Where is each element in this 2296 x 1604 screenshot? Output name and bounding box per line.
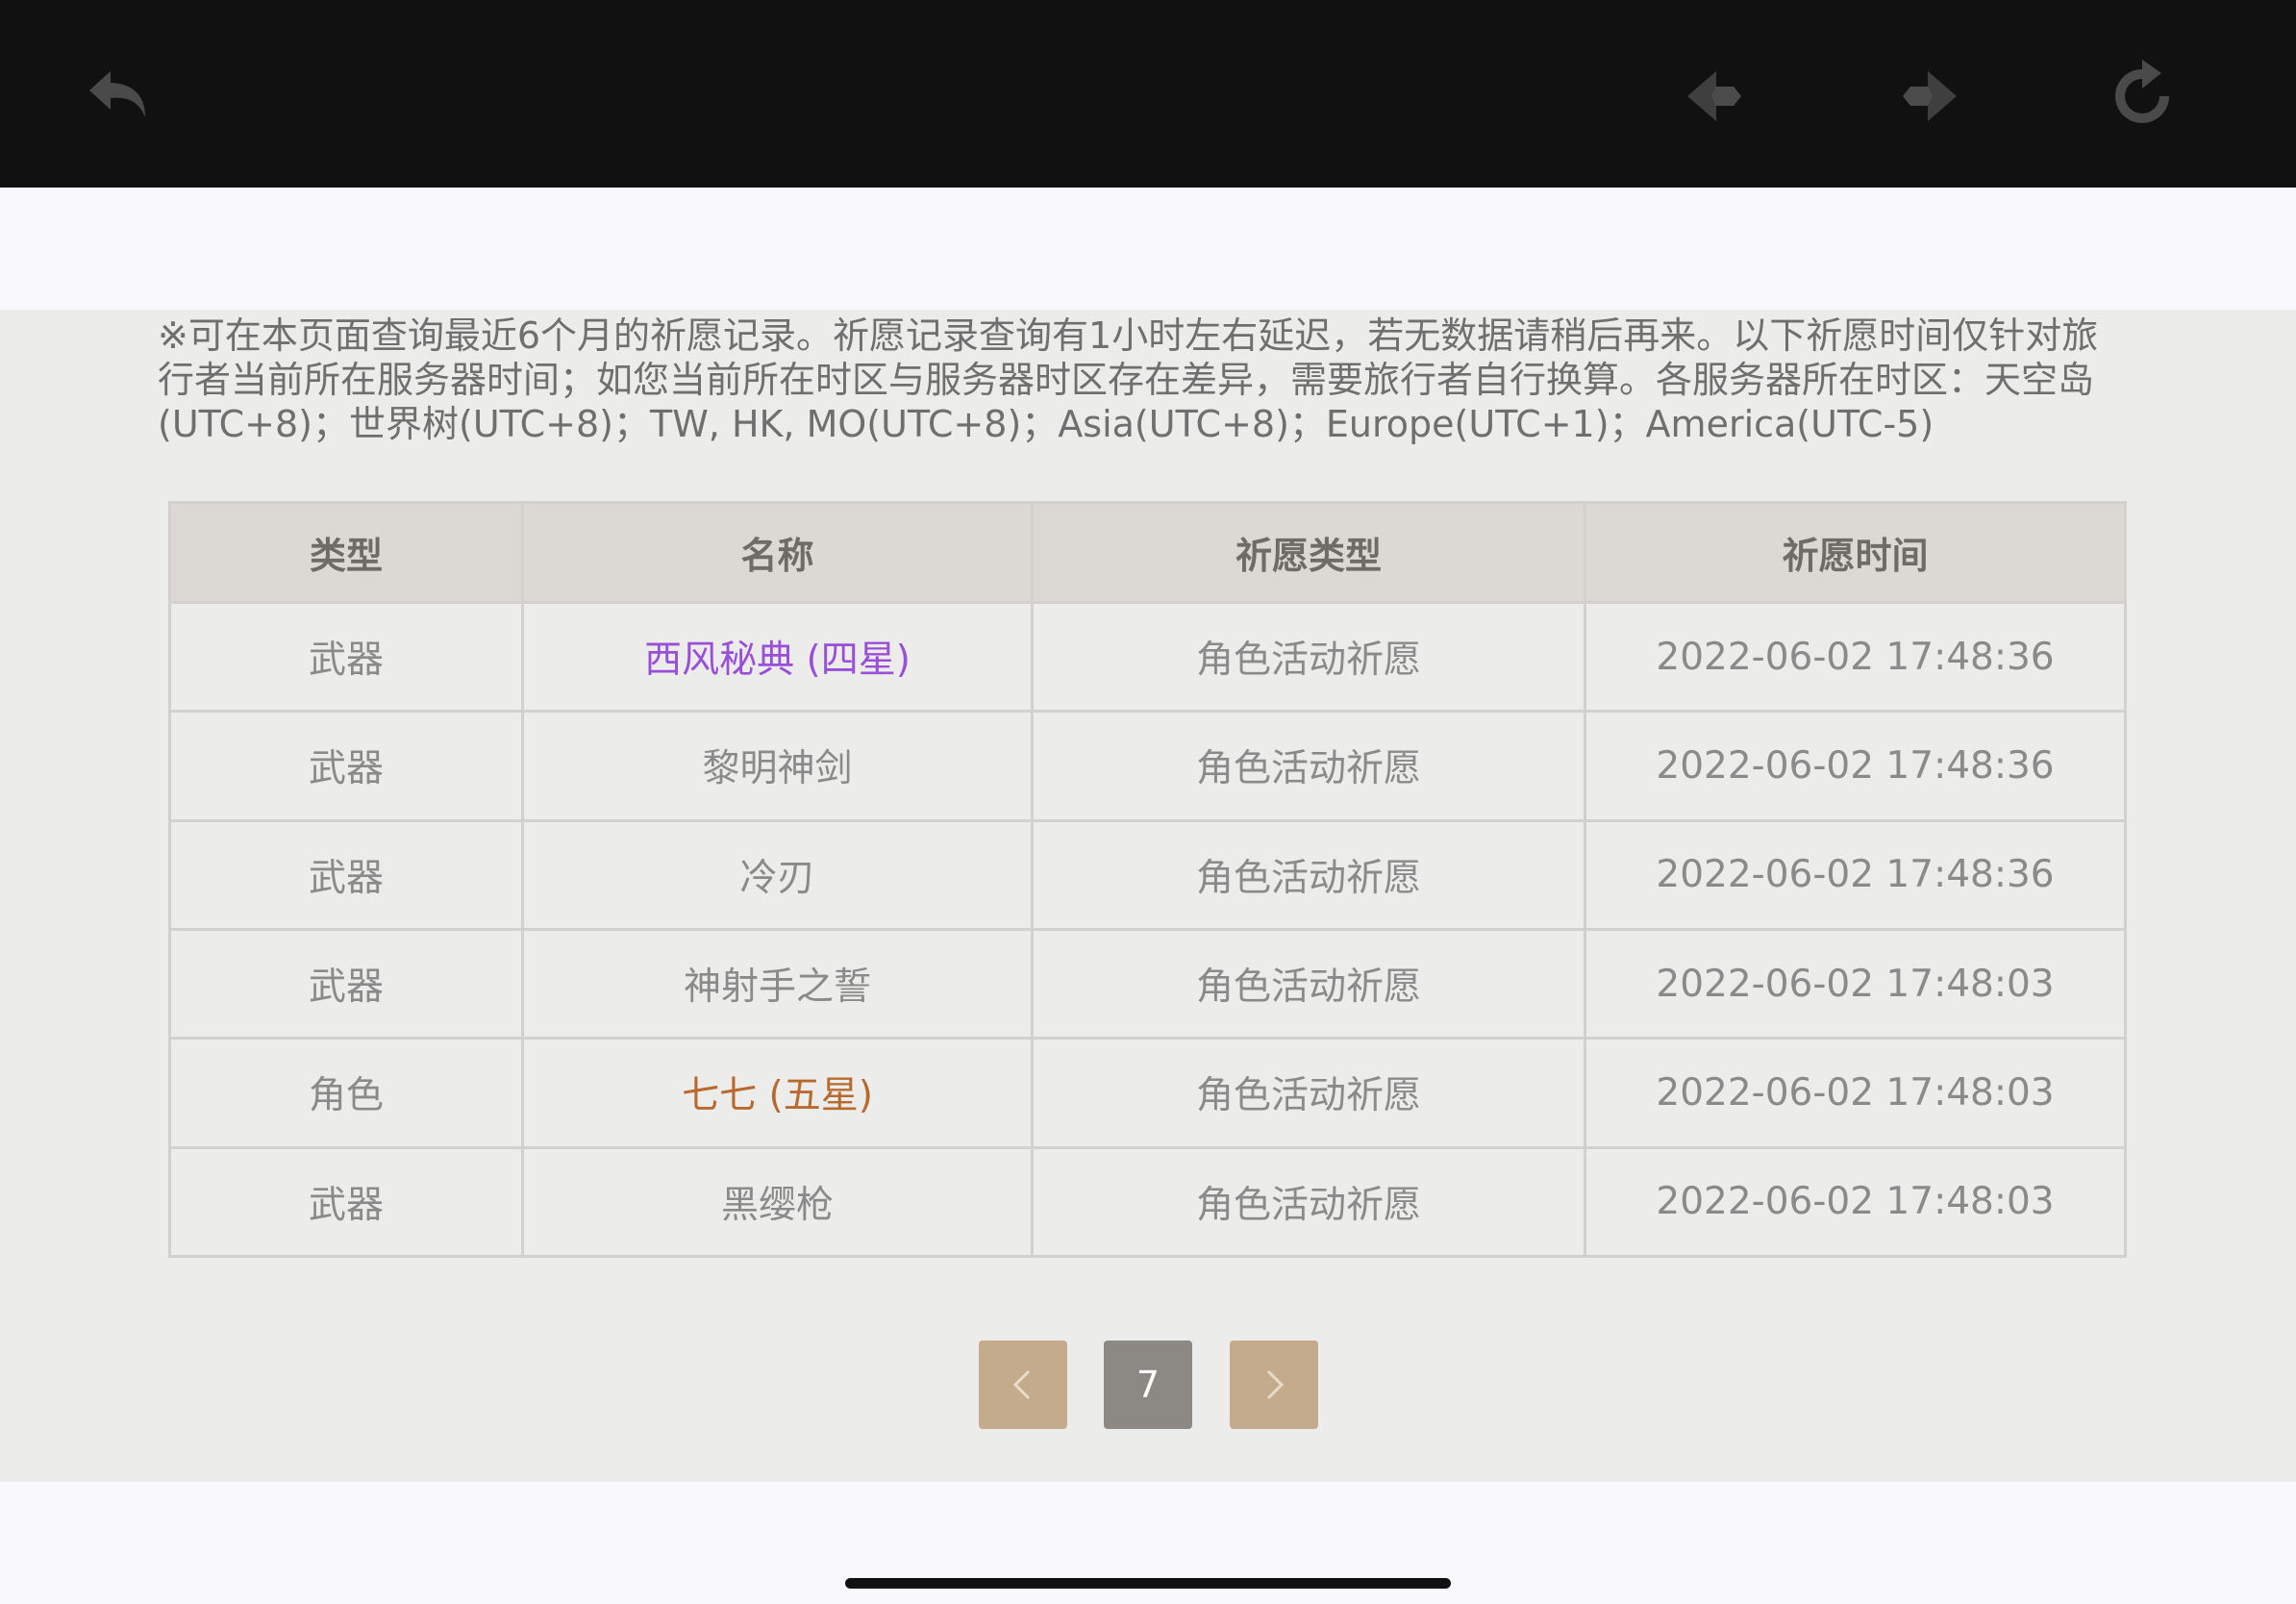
name-cell: 七七 (五星) — [521, 1037, 1034, 1149]
nav-forward-button[interactable] — [1884, 53, 1971, 139]
refresh-icon — [2115, 60, 2169, 123]
diamond-right-icon — [1903, 71, 1957, 121]
name-cell: 黎明神剑 — [521, 710, 1034, 822]
header-wish-time: 祈愿时间 — [1584, 501, 2127, 604]
time-cell: 2022-06-02 17:48:03 — [1584, 1037, 2127, 1149]
wish-type-cell: 角色活动祈愿 — [1031, 1145, 1586, 1259]
wish-type-cell: 角色活动祈愿 — [1031, 818, 1586, 931]
home-indicator[interactable] — [845, 1578, 1451, 1589]
time-cell: 2022-06-02 17:48:03 — [1584, 1145, 2127, 1259]
name-cell: 神射手之誓 — [521, 927, 1034, 1040]
type-cell: 武器 — [168, 927, 524, 1040]
time-cell: 2022-06-02 17:48:36 — [1584, 600, 2127, 714]
notice-text: ※可在本页面查询最近6个月的祈愿记录。祈愿记录查询有1小时左右延迟，若无数据请稍… — [158, 314, 2099, 445]
table-row: 武器 西风秘典 (四星) 角色活动祈愿 2022-06-02 17:48:36 — [168, 600, 2127, 714]
table-row: 武器 黎明神剑 角色活动祈愿 2022-06-02 17:48:36 — [168, 710, 2127, 822]
time-cell: 2022-06-02 17:48:36 — [1584, 818, 2127, 931]
chevron-right-icon — [1266, 1369, 1285, 1400]
name-cell: 冷刃 — [521, 818, 1034, 931]
spacer — [0, 188, 2296, 310]
type-cell: 武器 — [168, 710, 524, 822]
type-cell: 武器 — [168, 600, 524, 714]
prev-page-button[interactable] — [979, 1341, 1067, 1429]
time-cell: 2022-06-02 17:48:36 — [1584, 710, 2127, 822]
back-button[interactable] — [77, 53, 163, 139]
diamond-left-icon — [1687, 71, 1741, 121]
top-toolbar — [0, 0, 2296, 188]
wish-type-cell: 角色活动祈愿 — [1031, 927, 1586, 1040]
nav-back-button[interactable] — [1673, 53, 1759, 139]
table-row: 武器 冷刃 角色活动祈愿 2022-06-02 17:48:36 — [168, 818, 2127, 931]
type-cell: 武器 — [168, 818, 524, 931]
type-cell: 武器 — [168, 1145, 524, 1259]
wish-type-cell: 角色活动祈愿 — [1031, 710, 1586, 822]
header-name: 名称 — [521, 501, 1034, 604]
refresh-button[interactable] — [2099, 53, 2185, 139]
undo-arrow-icon — [89, 71, 145, 117]
current-page[interactable]: 7 — [1104, 1341, 1192, 1429]
table-row: 武器 黑缨枪 角色活动祈愿 2022-06-02 17:48:03 — [168, 1145, 2127, 1259]
time-cell: 2022-06-02 17:48:03 — [1584, 927, 2127, 1040]
name-cell: 西风秘典 (四星) — [521, 600, 1034, 714]
type-cell: 角色 — [168, 1037, 524, 1149]
next-page-button[interactable] — [1230, 1341, 1318, 1429]
name-cell: 黑缨枪 — [521, 1145, 1034, 1259]
chevron-left-icon — [1012, 1369, 1031, 1400]
table-header-row: 类型 名称 祈愿类型 祈愿时间 — [168, 501, 2127, 604]
header-type: 类型 — [168, 501, 524, 604]
table-row: 角色 七七 (五星) 角色活动祈愿 2022-06-02 17:48:03 — [168, 1037, 2127, 1149]
header-wish-type: 祈愿类型 — [1031, 501, 1586, 604]
table-row: 武器 神射手之誓 角色活动祈愿 2022-06-02 17:48:03 — [168, 927, 2127, 1040]
wish-type-cell: 角色活动祈愿 — [1031, 1037, 1586, 1149]
wish-records-table: 类型 名称 祈愿类型 祈愿时间 武器 西风秘典 (四星) 角色活动祈愿 2022-06… — [168, 501, 2127, 1259]
wish-type-cell: 角色活动祈愿 — [1031, 600, 1586, 714]
